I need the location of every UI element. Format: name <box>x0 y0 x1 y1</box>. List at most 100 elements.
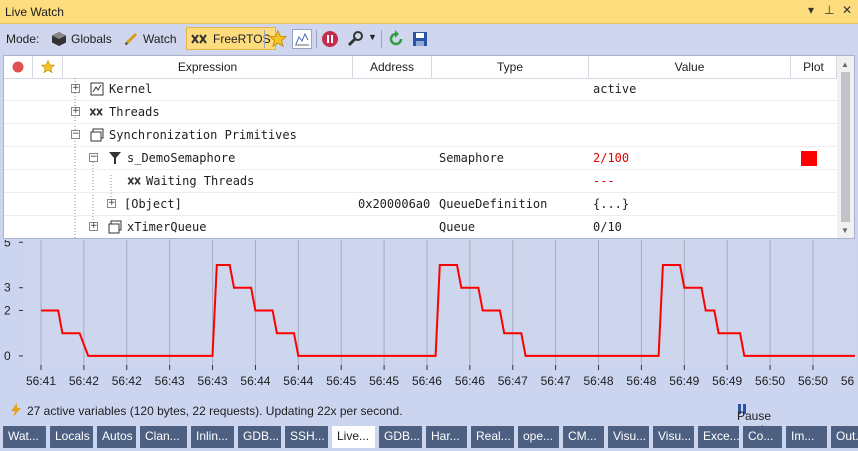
pause-icon[interactable] <box>320 29 340 49</box>
tab-17[interactable]: Im... <box>786 426 828 448</box>
tab-18[interactable]: Out... <box>831 426 858 448</box>
live-plot-chart[interactable]: 0 2 3 5 56:41 56:42 56:42 56:43 56:43 56:44 56:44… <box>3 240 855 396</box>
x-tick-label: 56:42 <box>112 374 142 388</box>
window-title: Live Watch <box>5 5 64 19</box>
x-tick-label: 56:44 <box>283 374 313 388</box>
refresh-icon[interactable] <box>386 29 406 49</box>
value-cell: active <box>593 82 637 96</box>
type-column-header[interactable]: Type <box>432 56 589 78</box>
live-watch-grid: Expression Address Type Value Plot + Ker… <box>3 55 855 239</box>
queue-icon <box>108 220 122 234</box>
scrollbar-thumb[interactable] <box>841 72 850 222</box>
tab-12[interactable]: CM... <box>563 426 605 448</box>
wrench-icon[interactable] <box>345 29 365 49</box>
value-cell: --- <box>593 174 615 188</box>
value-cell: {...} <box>593 197 630 211</box>
chevron-down-icon[interactable]: ▼ <box>368 32 377 42</box>
tab-4[interactable]: Inlin... <box>191 426 235 448</box>
address-column-header[interactable]: Address <box>353 56 432 78</box>
threads-icon <box>89 108 103 116</box>
scroll-up-icon[interactable]: ▲ <box>841 60 849 69</box>
x-tick-label: 56:43 <box>155 374 185 388</box>
kernel-icon <box>90 82 104 96</box>
table-row[interactable]: + Kernel active <box>4 78 837 101</box>
expression-cell: s_DemoSemaphore <box>127 151 236 165</box>
toolbar: Mode: Globals Watch FreeRTOS ▼ <box>0 24 858 54</box>
type-cell: Queue <box>439 220 476 234</box>
y-tick-label: 0 <box>4 349 11 363</box>
table-row[interactable]: − Synchronization Primitives <box>4 124 837 147</box>
bottom-tab-strip: Wat... Locals Autos Clan... Inlin... GDB... SS… <box>0 426 858 449</box>
expand-icon[interactable]: + <box>71 84 80 93</box>
expression-column-header[interactable]: Expression <box>63 56 353 78</box>
expression-cell: xTimerQueue <box>127 220 207 234</box>
close-icon[interactable]: ✕ <box>842 3 852 17</box>
vertical-scrollbar[interactable]: ▲ ▼ <box>837 56 854 238</box>
x-tick-label: 56:51 <box>841 374 855 388</box>
expression-cell: Synchronization Primitives <box>109 128 297 142</box>
globals-mode-button[interactable]: Globals <box>47 27 116 50</box>
star-icon <box>40 59 55 74</box>
value-cell: 0/10 <box>593 220 622 234</box>
table-row[interactable]: − s_DemoSemaphore Semaphore 2/100 <box>4 147 837 170</box>
y-tick-label: 2 <box>4 303 11 317</box>
status-bar: 27 active variables (120 bytes, 22 reque… <box>0 398 858 451</box>
tab-11[interactable]: ope... <box>518 426 560 448</box>
tab-5[interactable]: GDB... <box>238 426 282 448</box>
value-column-header[interactable]: Value <box>589 56 791 78</box>
tab-13[interactable]: Visu... <box>608 426 650 448</box>
y-axis-ticks: 0 2 3 5 <box>4 240 23 363</box>
tab-7[interactable]: Live... <box>332 426 376 448</box>
x-tick-label: 56:50 <box>798 374 828 388</box>
tab-3[interactable]: Clan... <box>140 426 188 448</box>
grid-header: Expression Address Type Value Plot <box>4 56 837 79</box>
tab-2[interactable]: Autos <box>97 426 137 448</box>
scroll-down-icon[interactable]: ▼ <box>841 226 849 235</box>
freertos-mode-label: FreeRTOS <box>213 31 271 46</box>
pause-graph-button[interactable]: Pause graph view <box>737 403 771 451</box>
x-tick-label: 56:44 <box>240 374 270 388</box>
chart-icon[interactable] <box>292 29 312 49</box>
tab-0[interactable]: Wat... <box>3 426 47 448</box>
tab-9[interactable]: Har... <box>426 426 468 448</box>
table-row[interactable]: + [Object] 0x200006a0 QueueDefinition {.… <box>4 193 837 216</box>
expand-icon[interactable]: + <box>71 107 80 116</box>
x-tick-label: 56:47 <box>498 374 528 388</box>
tab-16[interactable]: Co... <box>743 426 783 448</box>
table-row[interactable]: Waiting Threads --- <box>4 170 837 193</box>
dropdown-icon[interactable]: ▾ <box>808 3 814 17</box>
expression-cell: Threads <box>109 105 160 119</box>
favorite-column-header[interactable] <box>33 56 63 78</box>
expand-icon[interactable]: + <box>107 199 116 208</box>
save-icon[interactable] <box>410 29 430 49</box>
plot-column-header[interactable]: Plot <box>791 56 837 78</box>
freertos-mode-button[interactable]: FreeRTOS <box>186 27 276 50</box>
table-row[interactable]: + Threads <box>4 101 837 124</box>
x-tick-label: 56:49 <box>669 374 699 388</box>
watch-mode-button[interactable]: Watch <box>119 27 181 50</box>
threads-icon <box>191 33 207 44</box>
tab-14[interactable]: Visu... <box>653 426 695 448</box>
table-row[interactable]: + xTimerQueue Queue 0/10 <box>4 216 837 238</box>
toolbar-separator <box>381 30 382 48</box>
x-tick-label: 56:46 <box>412 374 442 388</box>
expand-icon[interactable]: + <box>89 222 98 231</box>
threads-icon <box>127 177 141 185</box>
tab-1[interactable]: Locals <box>50 426 94 448</box>
x-tick-label: 56:47 <box>541 374 571 388</box>
collapse-icon[interactable]: − <box>71 130 80 139</box>
plot-color-swatch[interactable] <box>801 151 817 166</box>
sync-primitives-icon <box>90 128 104 142</box>
y-tick-label: 3 <box>4 281 11 295</box>
x-tick-label: 56:45 <box>326 374 356 388</box>
star-icon[interactable] <box>268 29 288 49</box>
tab-8[interactable]: GDB... <box>379 426 423 448</box>
pencil-icon <box>124 32 138 45</box>
collapse-icon[interactable]: − <box>89 153 98 162</box>
type-cell: Semaphore <box>439 151 505 165</box>
tab-15[interactable]: Exce... <box>698 426 740 448</box>
tab-10[interactable]: Real... <box>471 426 515 448</box>
tab-6[interactable]: SSH... <box>285 426 329 448</box>
pin-icon[interactable]: ⊥ <box>824 3 834 17</box>
breakpoint-column-header[interactable] <box>4 56 33 78</box>
